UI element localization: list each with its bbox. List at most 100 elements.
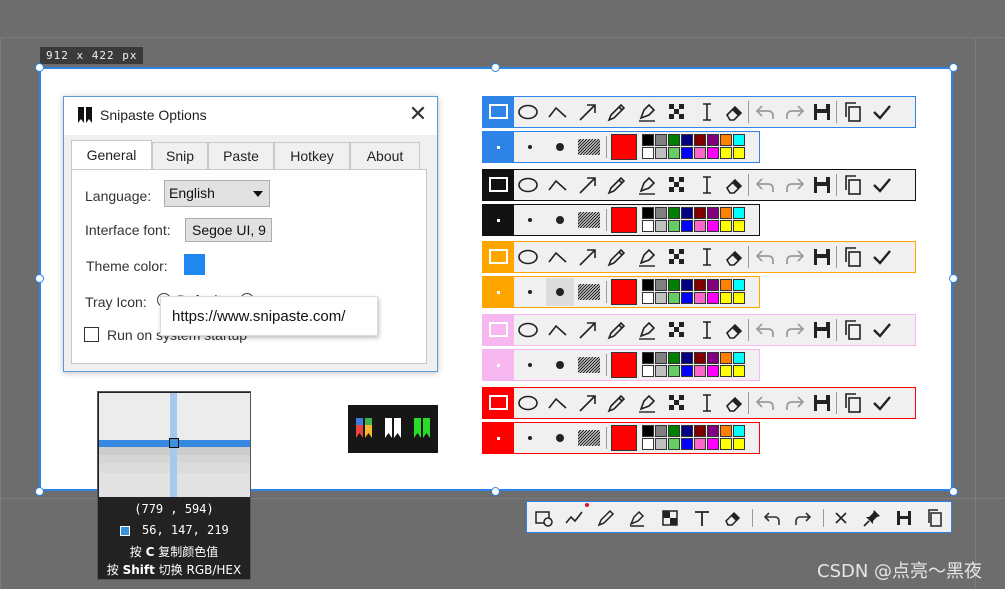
palette-color-swatch[interactable] xyxy=(694,425,706,437)
size-small-button[interactable] xyxy=(483,423,514,453)
palette-color-swatch[interactable] xyxy=(668,425,680,437)
ellipse-icon[interactable] xyxy=(516,173,540,197)
mosaic-icon[interactable] xyxy=(665,391,689,415)
palette-color-swatch[interactable] xyxy=(655,147,667,159)
resize-handle-bottom[interactable] xyxy=(491,487,500,496)
resize-handle-top[interactable] xyxy=(491,63,500,72)
palette-color-swatch[interactable] xyxy=(642,279,654,291)
palette-color-swatch[interactable] xyxy=(642,292,654,304)
current-color-swatch[interactable] xyxy=(611,134,637,160)
polyline-icon[interactable] xyxy=(546,173,570,197)
size-medium-button[interactable] xyxy=(516,133,544,161)
polyline-icon[interactable] xyxy=(546,245,570,269)
mosaic-fill-icon[interactable] xyxy=(578,284,600,300)
palette-color-swatch[interactable] xyxy=(668,134,680,146)
tab-general[interactable]: General xyxy=(71,140,152,169)
palette-color-swatch[interactable] xyxy=(642,425,654,437)
palette-color-swatch[interactable] xyxy=(642,365,654,377)
save-icon[interactable] xyxy=(810,173,834,197)
size-medium-button[interactable] xyxy=(516,424,544,452)
size-small-button[interactable] xyxy=(483,350,514,380)
marker-icon[interactable] xyxy=(635,245,659,269)
text-icon[interactable] xyxy=(695,100,719,124)
done-icon[interactable] xyxy=(870,245,894,269)
resize-handle-top-right[interactable] xyxy=(949,63,958,72)
redo-icon[interactable] xyxy=(783,100,807,124)
rectangle-tool-icon[interactable] xyxy=(483,97,514,127)
palette-color-swatch[interactable] xyxy=(720,279,732,291)
size-medium-button[interactable] xyxy=(516,351,544,379)
text-icon[interactable] xyxy=(695,318,719,342)
palette-color-swatch[interactable] xyxy=(642,207,654,219)
palette-color-swatch[interactable] xyxy=(694,352,706,364)
size-medium-button[interactable] xyxy=(516,278,544,306)
redo-icon[interactable] xyxy=(783,245,807,269)
tab-paste[interactable]: Paste xyxy=(208,142,274,169)
current-color-swatch[interactable] xyxy=(611,279,637,305)
palette-color-swatch[interactable] xyxy=(681,207,693,219)
palette-color-swatch[interactable] xyxy=(681,134,693,146)
mosaic-icon[interactable] xyxy=(665,318,689,342)
rectangle-tool-icon[interactable] xyxy=(483,242,514,272)
palette-color-swatch[interactable] xyxy=(707,134,719,146)
palette-color-swatch[interactable] xyxy=(668,365,680,377)
pencil-tool-icon[interactable] xyxy=(595,507,617,529)
palette-color-swatch[interactable] xyxy=(707,352,719,364)
palette-color-swatch[interactable] xyxy=(707,365,719,377)
resize-handle-left[interactable] xyxy=(35,274,44,283)
rectangle-tool-icon[interactable] xyxy=(483,170,514,200)
font-button[interactable]: Segoe UI, 9 xyxy=(185,218,272,242)
palette-color-swatch[interactable] xyxy=(707,438,719,450)
palette-color-swatch[interactable] xyxy=(733,134,745,146)
shape-tool-icon[interactable] xyxy=(533,507,555,529)
palette-color-swatch[interactable] xyxy=(668,292,680,304)
mosaic-icon[interactable] xyxy=(665,245,689,269)
undo-icon[interactable] xyxy=(753,173,777,197)
resize-handle-right[interactable] xyxy=(949,274,958,283)
polyline-tool-icon[interactable] xyxy=(563,507,585,529)
palette-color-swatch[interactable] xyxy=(720,352,732,364)
ellipse-icon[interactable] xyxy=(516,245,540,269)
palette-color-swatch[interactable] xyxy=(655,438,667,450)
pencil-icon[interactable] xyxy=(605,173,629,197)
palette-color-swatch[interactable] xyxy=(733,279,745,291)
palette-color-swatch[interactable] xyxy=(694,147,706,159)
palette-color-swatch[interactable] xyxy=(733,438,745,450)
current-color-swatch[interactable] xyxy=(611,425,637,451)
palette-color-swatch[interactable] xyxy=(668,147,680,159)
palette-color-swatch[interactable] xyxy=(642,352,654,364)
palette-color-swatch[interactable] xyxy=(681,425,693,437)
save-icon[interactable] xyxy=(810,318,834,342)
palette-color-swatch[interactable] xyxy=(681,365,693,377)
eraser-icon[interactable] xyxy=(723,245,747,269)
ellipse-icon[interactable] xyxy=(516,391,540,415)
pin-icon[interactable] xyxy=(861,507,883,529)
palette-color-swatch[interactable] xyxy=(642,147,654,159)
copy-icon[interactable] xyxy=(841,391,865,415)
done-icon[interactable] xyxy=(870,173,894,197)
save-icon[interactable] xyxy=(893,507,915,529)
language-select[interactable]: English xyxy=(164,180,270,207)
size-small-button[interactable] xyxy=(483,132,514,162)
palette-color-swatch[interactable] xyxy=(681,147,693,159)
ellipse-icon[interactable] xyxy=(516,318,540,342)
palette-color-swatch[interactable] xyxy=(681,352,693,364)
mosaic-icon[interactable] xyxy=(665,173,689,197)
pencil-icon[interactable] xyxy=(605,100,629,124)
current-color-swatch[interactable] xyxy=(611,207,637,233)
palette-color-swatch[interactable] xyxy=(681,292,693,304)
palette-color-swatch[interactable] xyxy=(655,279,667,291)
arrow-icon[interactable] xyxy=(576,318,600,342)
palette-color-swatch[interactable] xyxy=(707,292,719,304)
palette-color-swatch[interactable] xyxy=(720,425,732,437)
palette-color-swatch[interactable] xyxy=(733,220,745,232)
size-large-button[interactable] xyxy=(546,206,574,234)
copy-icon[interactable] xyxy=(924,507,946,529)
palette-color-swatch[interactable] xyxy=(720,147,732,159)
palette-color-swatch[interactable] xyxy=(655,134,667,146)
marker-icon[interactable] xyxy=(635,391,659,415)
text-icon[interactable] xyxy=(695,391,719,415)
copy-icon[interactable] xyxy=(841,100,865,124)
tab-about[interactable]: About xyxy=(350,142,420,169)
size-large-button[interactable] xyxy=(546,133,574,161)
